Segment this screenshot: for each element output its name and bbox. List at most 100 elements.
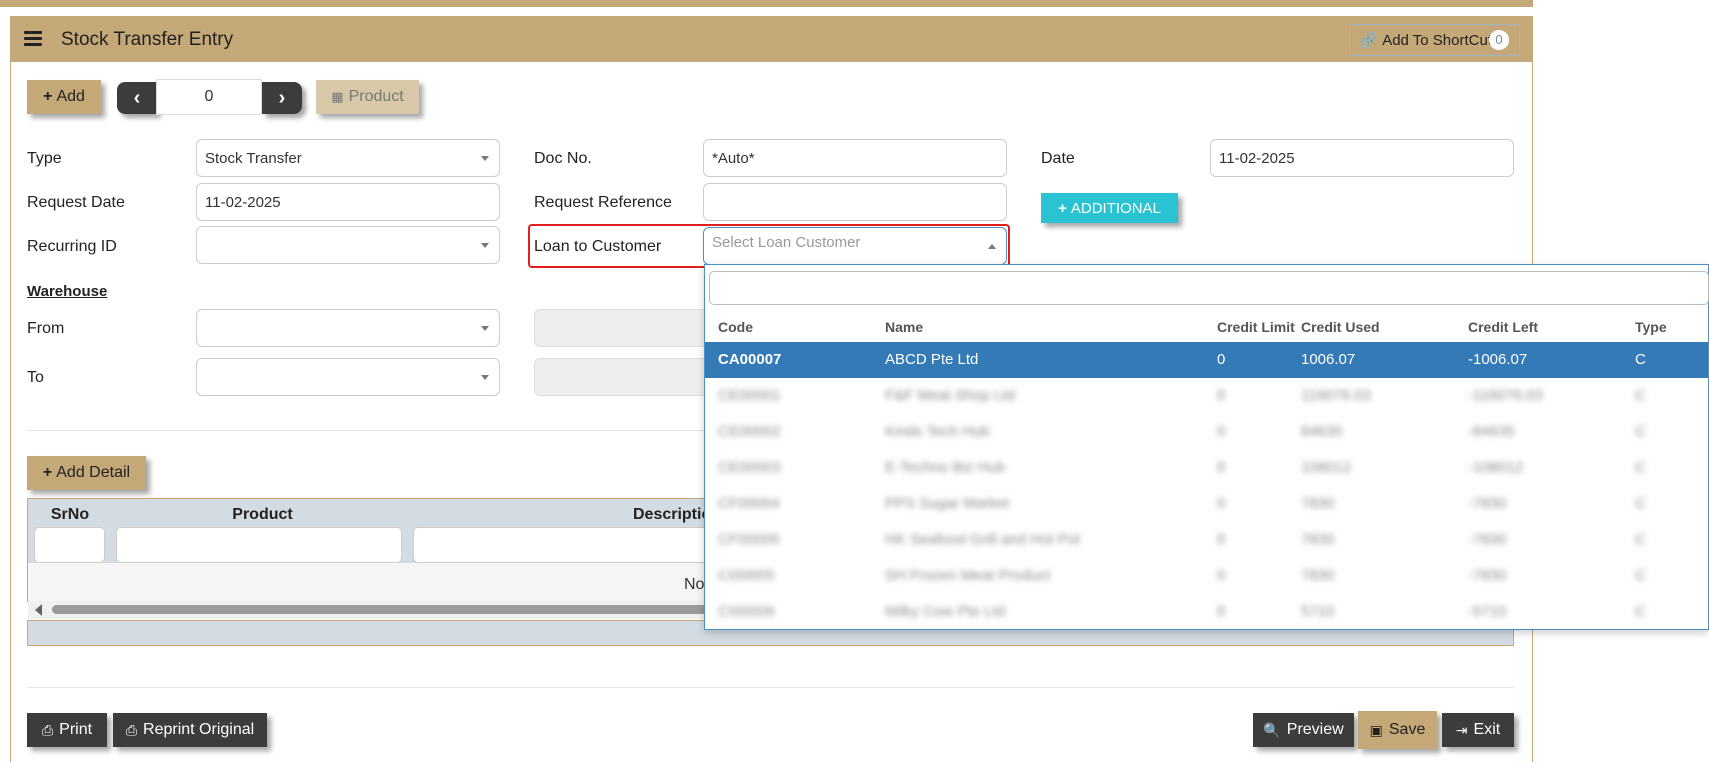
date-label: Date bbox=[1041, 150, 1075, 167]
cell-name: F&F Meat Shop Ltd bbox=[885, 387, 1016, 404]
cell-code: CE00001 bbox=[718, 387, 781, 404]
dropdown-row[interactable]: CF00005 HK Seafood Grill and Hot Pot 0 7830… bbox=[705, 522, 1708, 558]
request-reference-label: Request Reference bbox=[534, 194, 672, 211]
cell-used: 116076.03 bbox=[1301, 387, 1371, 404]
gift-icon: ▦ bbox=[331, 89, 344, 104]
column-header-product[interactable]: Product bbox=[113, 506, 412, 524]
top-strip bbox=[0, 0, 1533, 7]
cell-type: C bbox=[1635, 423, 1646, 440]
save-label: Save bbox=[1388, 721, 1426, 738]
cell-left: -7830 bbox=[1468, 495, 1507, 512]
scroll-left-icon[interactable] bbox=[35, 604, 42, 616]
search-icon: 🔍 bbox=[1263, 721, 1281, 738]
docno-value: *Auto* bbox=[712, 149, 755, 167]
grid-empty-message: No bbox=[684, 576, 705, 593]
reprint-original-button[interactable]: ⎙ Reprint Original bbox=[113, 713, 267, 747]
date-field[interactable]: 11-02-2025 bbox=[1210, 139, 1514, 177]
type-label: Type bbox=[27, 150, 62, 167]
pager-input[interactable]: 0 bbox=[156, 79, 262, 115]
cell-code: CE00003 bbox=[718, 459, 781, 476]
cell-left: -116076.03 bbox=[1468, 387, 1543, 404]
to-label: To bbox=[27, 369, 44, 386]
cell-name: Milky Cow Pte Ltd bbox=[885, 603, 1006, 620]
cell-limit: 0 bbox=[1217, 603, 1226, 620]
prev-button[interactable]: ‹ bbox=[117, 82, 157, 114]
cell-name: ABCD Pte Ltd bbox=[885, 351, 979, 368]
product-filter-input[interactable] bbox=[116, 527, 402, 563]
product-label: Product bbox=[348, 88, 404, 105]
dropdown-row[interactable]: CI00006 Milky Cow Pte Ltd 0 5710 -5710 C bbox=[705, 594, 1708, 630]
cell-left: -108012 bbox=[1468, 459, 1524, 476]
srno-filter-input[interactable] bbox=[34, 527, 105, 563]
product-button[interactable]: ▦ Product bbox=[316, 80, 419, 114]
request-date-field[interactable]: 11-02-2025 bbox=[196, 183, 500, 221]
date-value: 11-02-2025 bbox=[1219, 149, 1295, 167]
link-icon: 🔗 bbox=[1359, 31, 1378, 48]
from-warehouse-name bbox=[534, 309, 709, 347]
cell-type: C bbox=[1635, 531, 1646, 548]
cell-type: C bbox=[1635, 603, 1646, 620]
save-button[interactable]: ▣ Save bbox=[1358, 711, 1437, 749]
scroll-thumb[interactable] bbox=[52, 605, 752, 614]
cell-limit: 0 bbox=[1217, 459, 1226, 476]
cell-used: 5710 bbox=[1301, 603, 1335, 620]
plus-icon: + bbox=[42, 464, 53, 481]
add-button[interactable]: + Add bbox=[27, 80, 101, 114]
request-reference-field[interactable] bbox=[703, 183, 1007, 221]
cell-type: C bbox=[1635, 495, 1646, 512]
dropdown-row[interactable]: CE00003 E-Techno Biz Hub 0 108012 -108012 C bbox=[705, 450, 1708, 486]
cell-code: CF00004 bbox=[718, 495, 780, 512]
menu-icon[interactable] bbox=[24, 31, 42, 47]
docno-field[interactable]: *Auto* bbox=[703, 139, 1007, 177]
column-header-code: Code bbox=[718, 319, 753, 335]
cell-left: -7830 bbox=[1468, 531, 1507, 548]
cell-code: CI00006 bbox=[718, 603, 775, 620]
description-filter-input[interactable] bbox=[413, 527, 713, 563]
type-select[interactable]: Stock Transfer bbox=[196, 139, 500, 177]
dropdown-row[interactable]: CF00004 PPS Sugar Market 0 7830 -7830 C bbox=[705, 486, 1708, 522]
highlight-box bbox=[528, 224, 1010, 268]
add-detail-button[interactable]: + Add Detail bbox=[27, 456, 146, 490]
add-label: Add bbox=[56, 88, 85, 105]
cell-name: Kinds Tech Hub bbox=[885, 423, 990, 440]
page-title: Stock Transfer Entry bbox=[61, 29, 234, 50]
cell-left: -1006.07 bbox=[1468, 351, 1528, 368]
cell-name: HK Seafood Grill and Hot Pot bbox=[885, 531, 1081, 548]
chevron-left-icon: ‹ bbox=[133, 86, 141, 109]
cell-used: 7830 bbox=[1301, 531, 1335, 548]
dropdown-row[interactable]: CI00005 SH Frozen Meat Product 0 7830 -7830 C bbox=[705, 558, 1708, 594]
exit-button[interactable]: ⇥ Exit bbox=[1442, 713, 1514, 747]
dropdown-row[interactable]: CE00002 Kinds Tech Hub 0 84635 -84635 C bbox=[705, 414, 1708, 450]
column-header-type: Type bbox=[1635, 319, 1667, 335]
from-warehouse-select[interactable] bbox=[196, 309, 500, 347]
column-header-srno[interactable]: SrNo bbox=[28, 506, 112, 524]
cell-limit: 0 bbox=[1217, 423, 1226, 440]
to-warehouse-select[interactable] bbox=[196, 358, 500, 396]
cell-type: C bbox=[1635, 459, 1646, 476]
panel-header: Stock Transfer Entry 🔗 Add To ShortCut 0 bbox=[11, 17, 1532, 62]
cell-type: C bbox=[1635, 387, 1646, 404]
column-header-credit-left: Credit Left bbox=[1468, 319, 1538, 335]
divider bbox=[27, 687, 1514, 688]
cell-type: C bbox=[1635, 567, 1646, 584]
next-button[interactable]: › bbox=[262, 82, 302, 114]
dropdown-row[interactable]: CE00001 F&F Meat Shop Ltd 0 116076.03 -11607… bbox=[705, 378, 1708, 414]
cell-limit: 0 bbox=[1217, 495, 1226, 512]
add-to-shortcut-button[interactable]: 🔗 Add To ShortCut 0 bbox=[1348, 24, 1520, 56]
recurring-id-select[interactable] bbox=[196, 226, 500, 264]
preview-button[interactable]: 🔍 Preview bbox=[1253, 713, 1354, 747]
request-date-label: Request Date bbox=[27, 194, 125, 211]
dropdown-search-input[interactable] bbox=[709, 271, 1709, 305]
dropdown-row[interactable]: CA00007 ABCD Pte Ltd 0 1006.07 -1006.07 C bbox=[705, 342, 1708, 378]
plus-icon: + bbox=[43, 88, 53, 105]
print-button[interactable]: ⎙ Print bbox=[27, 713, 107, 747]
additional-button[interactable]: + ADDITIONAL bbox=[1041, 193, 1178, 223]
cell-code: CI00005 bbox=[718, 567, 775, 584]
floppy-icon: ▣ bbox=[1369, 721, 1383, 738]
warehouse-heading: Warehouse bbox=[27, 283, 108, 300]
cell-code: CA00007 bbox=[718, 351, 782, 368]
exit-label: Exit bbox=[1473, 721, 1501, 738]
cell-used: 108012 bbox=[1301, 459, 1352, 476]
shortcut-label: Add To ShortCut bbox=[1382, 31, 1492, 49]
request-date-value: 11-02-2025 bbox=[205, 193, 281, 211]
